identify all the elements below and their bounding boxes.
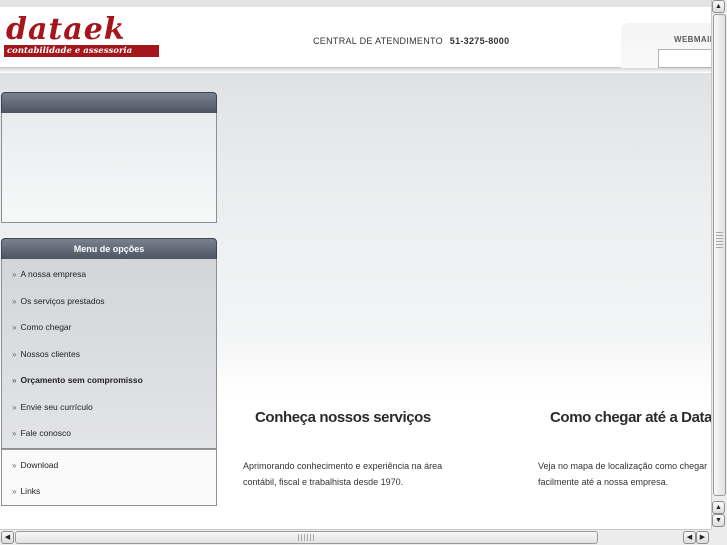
side-panel-header xyxy=(1,92,217,114)
webmail-input[interactable] xyxy=(658,49,711,68)
section-title-servicos[interactable]: Conheça nossos serviços xyxy=(255,409,431,426)
menu-item-servicos-prestados[interactable]: » Os serviços prestados xyxy=(12,296,105,306)
menu-item-envie-curriculo[interactable]: » Envie seu currículo xyxy=(12,402,93,412)
scroll-left-icon[interactable]: ◀ xyxy=(683,531,696,544)
menu-item-label: Links xyxy=(20,486,41,496)
menu-item-label: Orçamento sem compromisso xyxy=(20,375,143,385)
menu-bullet: » xyxy=(12,487,17,496)
menu-item-label: Download xyxy=(20,460,59,470)
webmail-label: WEBMAIL xyxy=(674,35,711,44)
vertical-scroll-thumb[interactable] xyxy=(713,14,726,496)
side-panel-body xyxy=(1,113,217,223)
menu-header: Menu de opções xyxy=(1,238,217,260)
menu-item-nossos-clientes[interactable]: » Nossos clientes xyxy=(12,349,80,359)
scrollbar-corner xyxy=(711,529,727,545)
menu-item-label: Envie seu currículo xyxy=(20,402,93,412)
section-text-line: Aprimorando conhecimento e experiência n… xyxy=(243,461,443,471)
scroll-left-icon[interactable]: ◀ xyxy=(1,531,14,544)
scroll-up-icon[interactable]: ▲ xyxy=(712,0,725,13)
section-text-servicos: Aprimorando conhecimento e experiência n… xyxy=(243,458,442,490)
menu-item-label: Nossos clientes xyxy=(20,349,80,359)
section-text-line: Veja no mapa de localização como chegar xyxy=(538,461,708,471)
scroll-down-icon[interactable]: ▼ xyxy=(712,514,725,527)
central-phone: 51-3275-8000 xyxy=(449,36,510,46)
webmail-box: WEBMAIL xyxy=(621,23,711,73)
menu-item-label: Os serviços prestados xyxy=(20,296,105,306)
menu-bullet: » xyxy=(12,403,17,412)
menu-bullet: » xyxy=(12,350,17,359)
logo-wordmark: dataek xyxy=(4,15,159,45)
menu-item-orcamento[interactable]: » Orçamento sem compromisso xyxy=(12,375,143,385)
menu-item-a-nossa-empresa[interactable]: » A nossa empresa xyxy=(12,269,86,279)
menu-panel: » A nossa empresa » Os serviços prestados … xyxy=(1,259,217,449)
site-header: dataek contabilidade e assessoria CENTRA… xyxy=(0,7,711,73)
menu-item-como-chegar[interactable]: » Como chegar xyxy=(12,322,71,332)
top-strip xyxy=(0,0,711,7)
menu-bullet: » xyxy=(12,270,17,279)
menu-bullet: » xyxy=(12,429,17,438)
central-atendimento: CENTRAL DE ATENDIMENTO 51-3275-8000 xyxy=(313,36,509,46)
scroll-up-icon[interactable]: ▲ xyxy=(712,501,725,514)
section-text-line: contábil, fiscal e trabalhista desde 197… xyxy=(243,477,404,487)
menu-bullet: » xyxy=(12,323,17,332)
menu-item-label: Fale conosco xyxy=(20,428,72,438)
dataek-logo[interactable]: dataek contabilidade e assessoria xyxy=(4,15,159,63)
scroll-right-icon[interactable]: ▶ xyxy=(696,531,709,544)
menu-item-fale-conosco[interactable]: » Fale conosco xyxy=(12,428,71,438)
web-page: dataek contabilidade e assessoria CENTRA… xyxy=(0,0,711,529)
section-title-como-chegar[interactable]: Como chegar até a Dataek xyxy=(550,409,711,426)
menu-item-label: Como chegar xyxy=(20,322,72,332)
section-text-line: facilmente até a nossa empresa. xyxy=(538,477,669,487)
menu-item-label: A nossa empresa xyxy=(20,269,87,279)
grip-icon xyxy=(298,534,314,541)
logo-tagline: contabilidade e assessoria xyxy=(4,45,159,57)
menu-bullet: » xyxy=(12,461,17,470)
menu-bullet: » xyxy=(12,376,17,385)
menu-bullet: » xyxy=(12,297,17,306)
menu-item-download[interactable]: » Download xyxy=(12,460,58,470)
menu-item-links[interactable]: » Links xyxy=(12,486,40,496)
central-label: CENTRAL DE ATENDIMENTO xyxy=(313,36,443,46)
grip-icon xyxy=(716,232,723,248)
section-text-como-chegar: Veja no mapa de localização como chegar … xyxy=(538,458,707,490)
menu-extra-panel: » Download » Links xyxy=(1,449,217,506)
